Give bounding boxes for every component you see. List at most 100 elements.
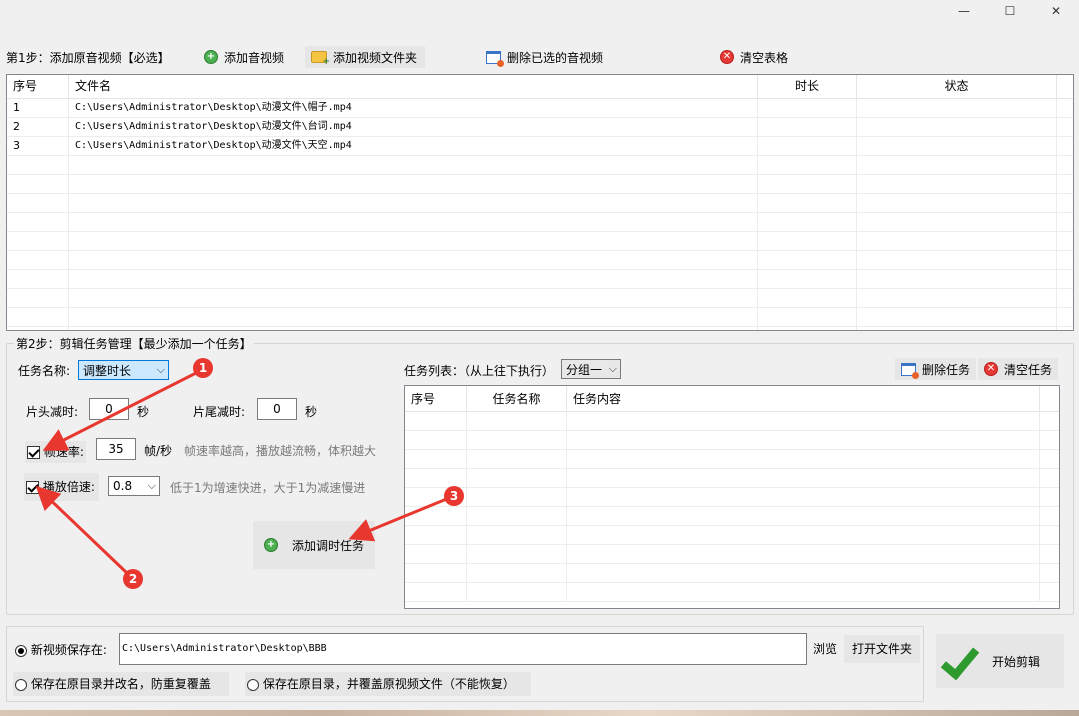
- add-folder-label: 添加视频文件夹: [333, 50, 418, 65]
- save-rename-radio[interactable]: 保存在原目录并改名，防重复覆盖: [13, 672, 229, 696]
- delete-task-label: 删除任务: [922, 362, 971, 377]
- group-value: 分组一: [566, 362, 603, 377]
- annotation-badge-1: 1: [193, 358, 213, 378]
- add-task-label: 添加调时任务: [291, 538, 364, 553]
- minimize-button[interactable]: —: [941, 0, 987, 22]
- cell-status: [857, 137, 1057, 155]
- group-select[interactable]: 分组一 ⌵: [561, 359, 621, 379]
- head-cut-label: 片头减时:: [26, 405, 79, 419]
- chevron-down-icon: ⌵: [156, 363, 165, 376]
- maximize-button[interactable]: ☐: [987, 0, 1033, 22]
- empty-row: [7, 270, 1073, 289]
- col-filename[interactable]: 文件名: [69, 75, 758, 98]
- add-folder-button[interactable]: 添加视频文件夹: [305, 46, 425, 68]
- empty-row: [7, 251, 1073, 270]
- add-video-button[interactable]: + 添加音视频: [198, 46, 290, 68]
- cell-filename: C:\Users\Administrator\Desktop\动漫文件\天空.m…: [69, 137, 758, 155]
- file-table[interactable]: 序号 文件名 时长 状态 1 C:\Users\Administrator\De…: [6, 74, 1074, 331]
- save-rename-label: 保存在原目录并改名，防重复覆盖: [30, 677, 211, 691]
- open-folder-button[interactable]: 打开文件夹: [844, 635, 920, 663]
- cell-status: [857, 99, 1057, 117]
- close-circle-icon: ✕: [984, 362, 998, 376]
- speed-value: 0.8: [113, 479, 133, 493]
- col-duration[interactable]: 时长: [758, 75, 857, 98]
- empty-row: [405, 412, 1059, 431]
- new-save-radio[interactable]: 新视频保存在:: [15, 641, 107, 658]
- tail-cut-unit: 秒: [305, 405, 318, 419]
- col-status[interactable]: 状态: [857, 75, 1057, 98]
- add-video-label: 添加音视频: [224, 50, 285, 65]
- cell-no: 3: [7, 137, 69, 155]
- delete-selected-label: 删除已选的音视频: [507, 50, 604, 65]
- task-table-header: 序号 任务名称 任务内容: [405, 386, 1059, 412]
- clear-table-button[interactable]: ✕ 清空表格: [714, 46, 794, 68]
- folder-add-icon: [311, 51, 330, 67]
- head-cut-unit: 秒: [137, 405, 150, 419]
- task-name-value: 调整时长: [83, 363, 132, 378]
- cell-no: 1: [7, 99, 69, 117]
- checkbox-checked-icon: [27, 446, 40, 459]
- empty-row: [405, 526, 1059, 545]
- empty-row: [405, 564, 1059, 583]
- speed-label: 播放倍速:: [42, 480, 95, 494]
- task-table[interactable]: 序号 任务名称 任务内容: [404, 385, 1060, 609]
- delete-task-button[interactable]: 删除任务: [895, 358, 977, 380]
- empty-row: [405, 488, 1059, 507]
- checkbox-checked-icon: [26, 481, 39, 494]
- plus-circle-icon: +: [263, 538, 278, 552]
- empty-row: [7, 327, 1073, 330]
- col-task-content[interactable]: 任务内容: [567, 386, 1040, 411]
- table-row[interactable]: 1 C:\Users\Administrator\Desktop\动漫文件\帽子…: [7, 99, 1073, 118]
- annotation-badge-2: 2: [123, 569, 143, 589]
- save-overwrite-radio[interactable]: 保存在原目录，并覆盖原视频文件（不能恢复）: [245, 672, 531, 696]
- output-path-input[interactable]: C:\Users\Administrator\Desktop\BBB: [119, 633, 807, 665]
- close-button[interactable]: ✕: [1033, 0, 1079, 22]
- empty-row: [7, 308, 1073, 327]
- head-cut-input[interactable]: 0: [89, 398, 129, 420]
- step2-label: 第2步：剪辑任务管理【最少添加一个任务】: [14, 335, 254, 352]
- save-overwrite-label: 保存在原目录，并覆盖原视频文件（不能恢复）: [262, 677, 515, 691]
- tail-cut-input[interactable]: 0: [257, 398, 297, 420]
- fps-input[interactable]: 35: [96, 438, 136, 460]
- task-name-label: 任务名称:: [18, 364, 71, 378]
- col-task-name[interactable]: 任务名称: [467, 386, 567, 411]
- empty-row: [405, 583, 1059, 602]
- empty-row: [405, 545, 1059, 564]
- fps-label: 帧速率:: [43, 445, 84, 459]
- speed-hint: 低于1为增速快进，大于1为减速慢进: [170, 481, 366, 495]
- speed-select[interactable]: 0.8 ⌵: [108, 476, 160, 496]
- empty-row: [405, 431, 1059, 450]
- chevron-down-icon: ⌵: [147, 479, 156, 492]
- task-list-label: 任务列表：（从上往下执行）: [404, 364, 555, 378]
- chevron-down-icon: ⌵: [608, 362, 617, 375]
- clear-tasks-button[interactable]: ✕ 清空任务: [978, 358, 1059, 380]
- delete-selected-button[interactable]: 删除已选的音视频: [480, 46, 609, 68]
- checkmark-icon: [940, 644, 974, 678]
- speed-checkbox[interactable]: 播放倍速:: [24, 473, 99, 501]
- table-row[interactable]: 2 C:\Users\Administrator\Desktop\动漫文件\台词…: [7, 118, 1073, 137]
- window-delete-icon: [901, 362, 919, 379]
- start-edit-label: 开始剪辑: [992, 654, 1041, 669]
- desktop-strip: [0, 710, 1079, 716]
- start-edit-button[interactable]: 开始剪辑: [936, 634, 1064, 688]
- empty-row: [7, 156, 1073, 175]
- step1-label: 第1步：添加原音视频【必选】: [6, 51, 170, 65]
- empty-row: [7, 232, 1073, 251]
- plus-circle-icon: +: [204, 50, 218, 64]
- browse-button[interactable]: 浏览: [808, 635, 842, 663]
- col-no[interactable]: 序号: [7, 75, 69, 98]
- empty-row: [405, 469, 1059, 488]
- add-task-button[interactable]: + 添加调时任务: [253, 521, 375, 569]
- radio-unselected-icon: [247, 678, 259, 691]
- annotation-badge-3: 3: [444, 486, 464, 506]
- empty-row: [405, 450, 1059, 469]
- cell-filename: C:\Users\Administrator\Desktop\动漫文件\帽子.m…: [69, 99, 758, 117]
- empty-row: [405, 507, 1059, 526]
- cell-duration: [758, 99, 857, 117]
- fps-checkbox[interactable]: 帧速率:: [25, 441, 86, 463]
- table-row[interactable]: 3 C:\Users\Administrator\Desktop\动漫文件\天空…: [7, 137, 1073, 156]
- task-name-select[interactable]: 调整时长 ⌵: [78, 360, 169, 380]
- cell-no: 2: [7, 118, 69, 136]
- radio-unselected-icon: [15, 678, 27, 691]
- col-task-no[interactable]: 序号: [405, 386, 467, 411]
